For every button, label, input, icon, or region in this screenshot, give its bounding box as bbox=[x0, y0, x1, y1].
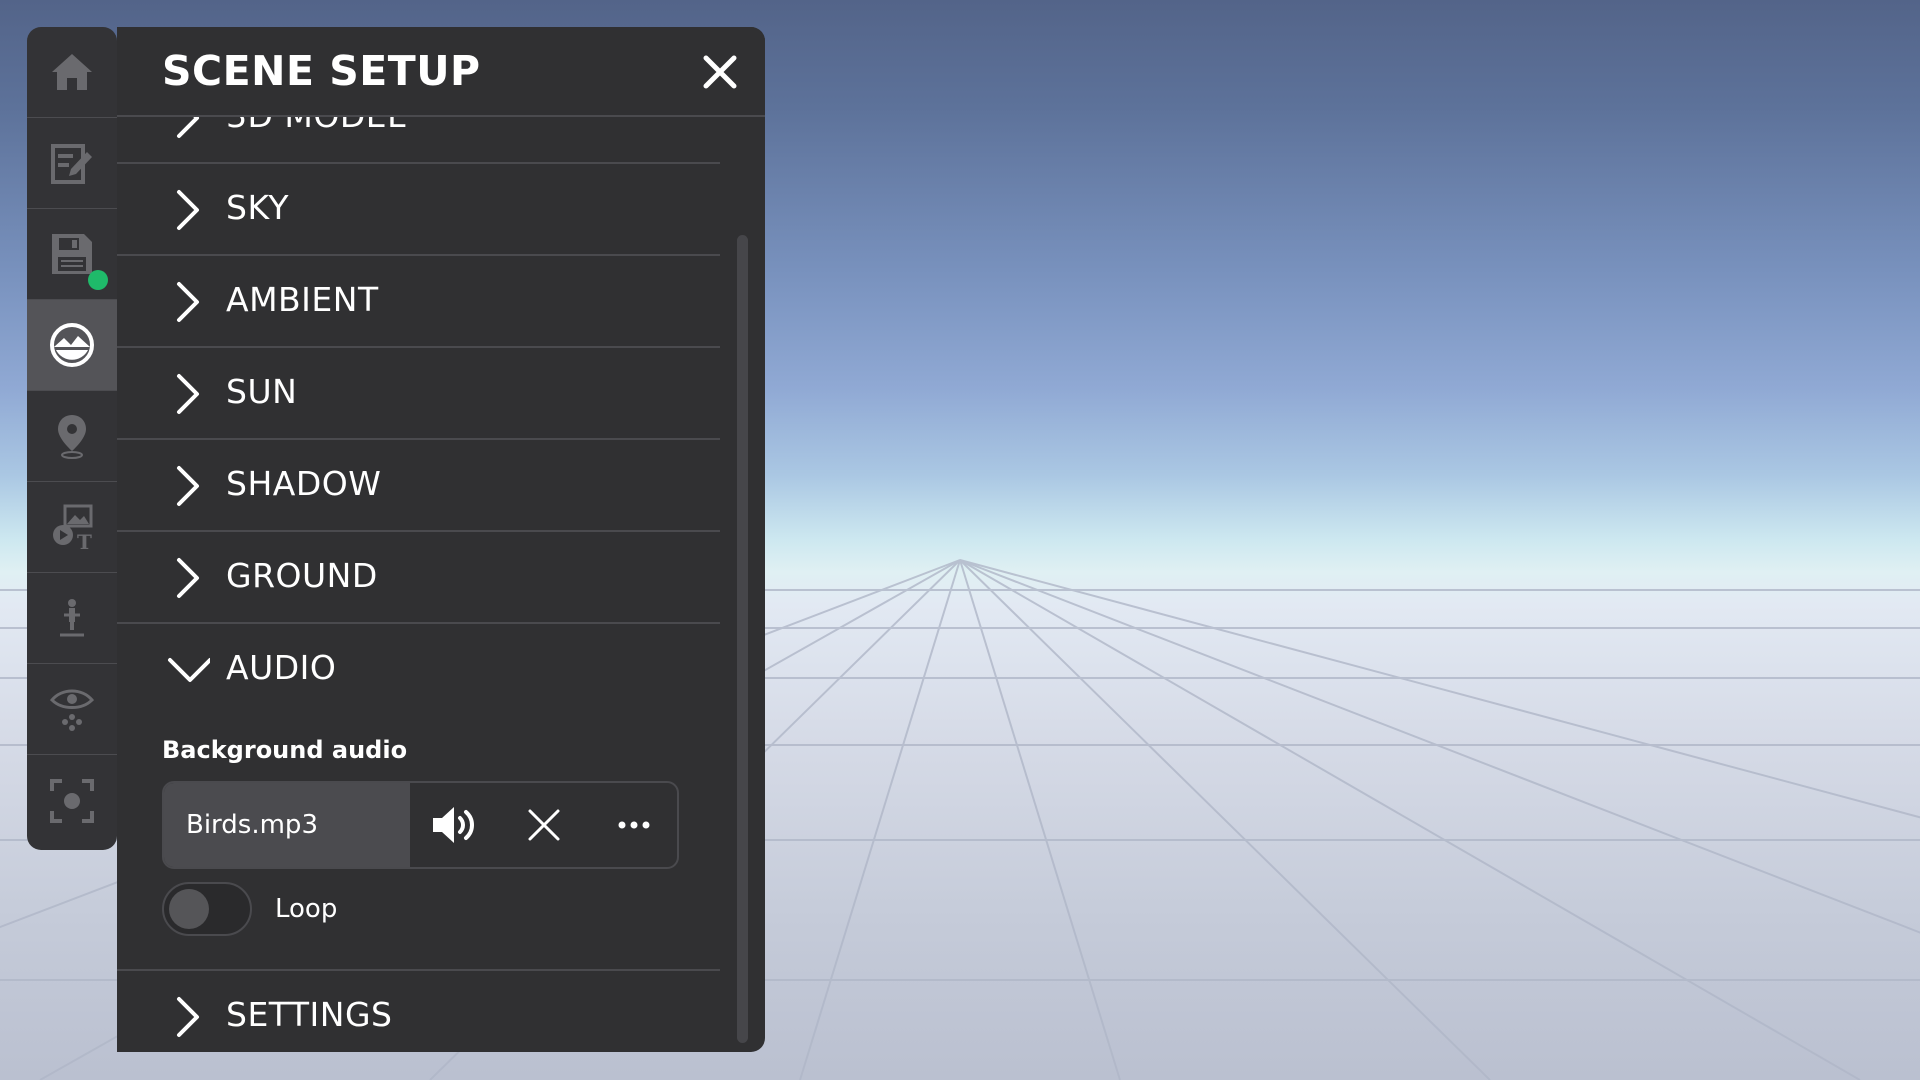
chevron-right-icon bbox=[177, 117, 199, 138]
speaker-icon bbox=[433, 807, 474, 843]
panel-scroll-content[interactable]: 3D MODEL SKY AMBIENT SUN SHADOW bbox=[117, 117, 720, 1052]
toggle-knob bbox=[169, 889, 209, 929]
rail-item-save[interactable] bbox=[27, 209, 117, 300]
close-panel-button[interactable] bbox=[697, 49, 743, 95]
section-label: AUDIO bbox=[226, 648, 337, 687]
audio-file-field[interactable]: Birds.mp3 bbox=[164, 783, 410, 867]
section-label: SKY bbox=[226, 188, 290, 227]
background-audio-control: Birds.mp3 bbox=[162, 781, 679, 869]
section-label: AMBIENT bbox=[226, 280, 379, 319]
svg-text:T: T bbox=[77, 530, 92, 552]
background-audio-label: Background audio bbox=[162, 736, 408, 764]
tool-rail: T bbox=[27, 27, 117, 850]
chevron-down-icon bbox=[168, 658, 210, 682]
rail-item-edit[interactable] bbox=[27, 118, 117, 209]
more-horizontal-icon bbox=[618, 821, 650, 829]
section-sky[interactable]: SKY bbox=[117, 164, 720, 256]
audio-file-name: Birds.mp3 bbox=[186, 810, 318, 840]
rail-item-home[interactable] bbox=[27, 27, 117, 118]
scene-setup-icon bbox=[50, 323, 94, 367]
rail-item-media[interactable]: T bbox=[27, 482, 117, 573]
rail-item-figure[interactable] bbox=[27, 573, 117, 664]
panel-title: SCENE SETUP bbox=[162, 47, 481, 95]
visibility-icon bbox=[49, 689, 95, 731]
section-shadow[interactable]: SHADOW bbox=[117, 440, 720, 532]
close-icon bbox=[528, 809, 560, 841]
rail-item-location[interactable] bbox=[27, 391, 117, 482]
edit-icon bbox=[51, 144, 92, 184]
section-sun[interactable]: SUN bbox=[117, 348, 720, 440]
loop-toggle[interactable] bbox=[162, 882, 252, 936]
audio-more-options-button[interactable] bbox=[590, 783, 677, 867]
section-label: SETTINGS bbox=[226, 995, 393, 1034]
chevron-right-icon bbox=[177, 558, 199, 598]
audio-section-content: Background audio Birds.mp3 Loop bbox=[117, 716, 720, 971]
remove-audio-button[interactable] bbox=[500, 783, 588, 867]
section-settings[interactable]: SETTINGS bbox=[117, 971, 720, 1052]
play-audio-button[interactable] bbox=[410, 783, 498, 867]
scene-setup-panel: SCENE SETUP 3D MODEL SKY AMBIENT bbox=[117, 27, 765, 1052]
chevron-right-icon bbox=[177, 190, 199, 230]
save-icon bbox=[52, 234, 92, 274]
rail-item-visibility[interactable] bbox=[27, 664, 117, 755]
location-pin-icon bbox=[58, 415, 86, 459]
section-label: SHADOW bbox=[226, 464, 382, 503]
section-3d-model[interactable]: 3D MODEL bbox=[117, 117, 720, 164]
media-icon: T bbox=[53, 504, 93, 552]
loop-label: Loop bbox=[275, 894, 338, 924]
home-icon bbox=[52, 54, 92, 90]
close-icon bbox=[703, 55, 737, 89]
section-label: GROUND bbox=[226, 556, 378, 595]
panel-scrollbar[interactable] bbox=[737, 235, 748, 1043]
section-ambient[interactable]: AMBIENT bbox=[117, 256, 720, 348]
capture-icon bbox=[50, 778, 94, 823]
rail-item-scene-setup[interactable] bbox=[27, 300, 117, 391]
section-label: 3D MODEL bbox=[226, 117, 406, 135]
section-label: SUN bbox=[226, 372, 298, 411]
section-ground[interactable]: GROUND bbox=[117, 532, 720, 624]
chevron-right-icon bbox=[177, 466, 199, 506]
section-audio[interactable]: AUDIO bbox=[117, 624, 720, 716]
chevron-right-icon bbox=[177, 282, 199, 322]
unsaved-indicator-badge bbox=[88, 270, 108, 290]
chevron-right-icon bbox=[177, 997, 199, 1037]
figure-icon bbox=[60, 599, 84, 637]
chevron-right-icon bbox=[177, 374, 199, 414]
panel-header: SCENE SETUP bbox=[117, 27, 765, 117]
rail-item-capture[interactable] bbox=[27, 755, 117, 846]
